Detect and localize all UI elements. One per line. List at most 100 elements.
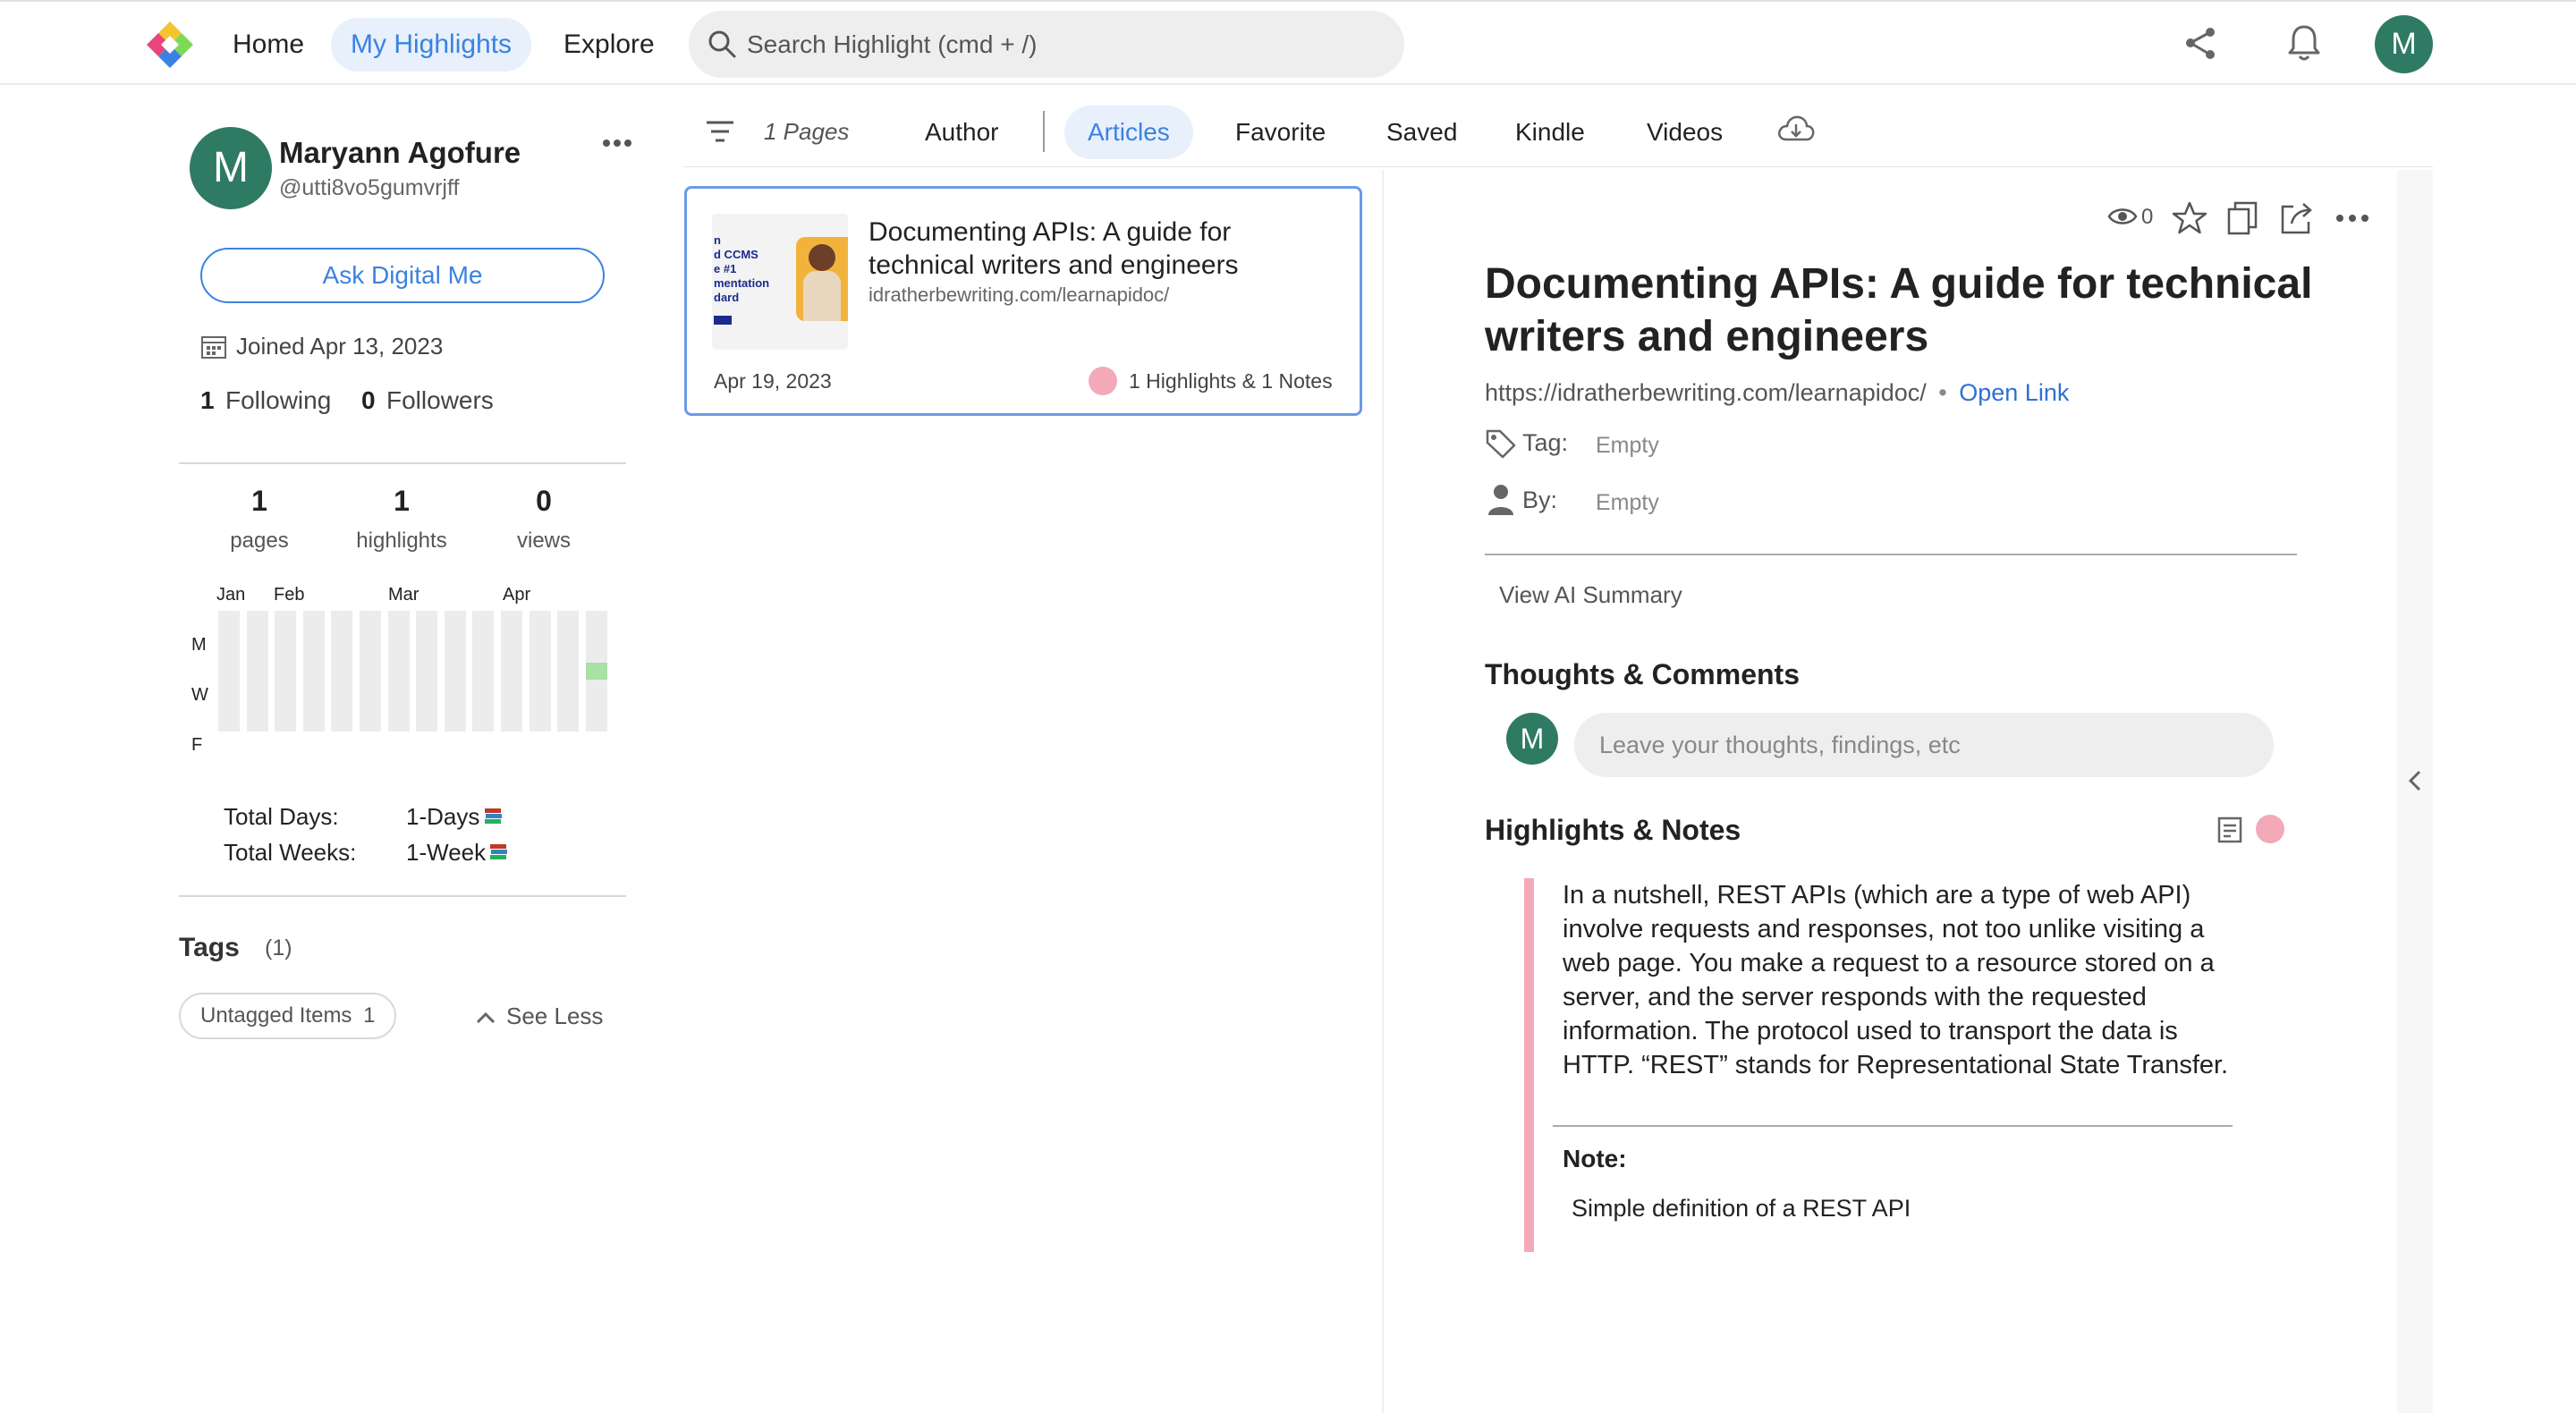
heatmap-cell — [360, 662, 381, 681]
total-days-label: Total Days: — [224, 803, 339, 830]
nav-home[interactable]: Home — [213, 18, 324, 72]
heatmap-cell — [360, 679, 381, 698]
see-less-button[interactable]: See Less — [476, 998, 603, 1034]
tab-videos[interactable]: Videos — [1623, 106, 1746, 159]
comment-input[interactable]: Leave your thoughts, findings, etc — [1574, 713, 2274, 777]
heatmap-cell — [302, 611, 325, 629]
thumb-text: e #1 — [714, 262, 737, 275]
tab-kindle[interactable]: Kindle — [1492, 106, 1608, 159]
highlight-summary: 1 Highlights & 1 Notes — [1129, 369, 1333, 393]
heatmap-cell — [472, 679, 495, 698]
heatmap-cell — [275, 714, 297, 732]
heatmap-cell — [387, 662, 410, 681]
heatmap-cell — [416, 714, 438, 732]
tags-count: (1) — [265, 935, 292, 960]
chip-count: 1 — [363, 1003, 376, 1028]
heatmap-cell — [444, 645, 466, 664]
nav-explore[interactable]: Explore — [544, 18, 674, 72]
comment-avatar: M — [1506, 713, 1558, 765]
chevron-left-icon[interactable] — [2408, 769, 2422, 792]
article-title[interactable]: Documenting APIs: A guide for technical … — [869, 216, 1334, 282]
heatmap-cell — [585, 628, 607, 647]
untagged-items-chip[interactable]: Untagged Items 1 — [179, 993, 397, 1039]
divider — [684, 166, 2433, 167]
day-label: M — [191, 635, 207, 655]
heatmap-cell — [529, 662, 551, 681]
total-weeks-label: Total Weeks: — [224, 839, 357, 866]
by-value[interactable]: Empty — [1596, 490, 1659, 516]
profile-handle: @utti8vo5gumvrjff — [279, 175, 460, 200]
user-avatar[interactable]: M — [2375, 15, 2433, 73]
eye-icon — [2107, 206, 2138, 227]
stat-label: highlights — [356, 529, 447, 553]
heatmap-cell — [360, 714, 381, 732]
books-icon — [488, 841, 510, 862]
share-icon[interactable] — [2182, 25, 2218, 61]
view-ai-summary-button[interactable]: View AI Summary — [1499, 581, 1682, 609]
tab-favorite[interactable]: Favorite — [1212, 106, 1349, 159]
profile-name: Maryann Agofure — [279, 136, 521, 169]
divider — [179, 895, 626, 897]
tab-saved[interactable]: Saved — [1363, 106, 1480, 159]
search-bar[interactable]: Search Highlight (cmd + /) — [689, 11, 1404, 78]
month-label: Feb — [274, 585, 305, 605]
app-logo-icon[interactable] — [143, 18, 197, 72]
more-options-icon[interactable] — [601, 138, 633, 148]
copy-icon[interactable] — [2225, 200, 2259, 236]
notes-icon[interactable] — [2216, 816, 2243, 844]
heatmap-cell — [557, 662, 580, 681]
heatmap-cell — [444, 679, 466, 698]
highlight-text: In a nutshell, REST APIs (which are a ty… — [1563, 881, 2229, 1079]
highlight-color-dot[interactable] — [2256, 815, 2284, 843]
heatmap-cell — [218, 611, 240, 629]
heatmap-cell — [585, 697, 607, 715]
by-label: By: — [1522, 487, 1558, 513]
more-options-icon[interactable] — [2334, 213, 2370, 224]
nav-my-highlights[interactable]: My Highlights — [331, 18, 532, 72]
heatmap-cell — [360, 645, 381, 664]
collapse-rail[interactable] — [2397, 170, 2433, 1413]
heatmap-cell — [501, 628, 522, 647]
see-less-label: See Less — [506, 1003, 604, 1029]
tag-value[interactable]: Empty — [1596, 433, 1659, 459]
heatmap-cell — [557, 628, 580, 647]
stat-value: 1 — [394, 485, 410, 517]
heatmap-cell — [416, 628, 438, 647]
article-thumbnail: n d CCMS e #1 mentation dard — [712, 214, 848, 350]
filter-icon[interactable] — [705, 118, 735, 145]
tags-title: Tags — [179, 933, 240, 962]
export-icon[interactable] — [2279, 200, 2315, 236]
ask-digital-me-button[interactable]: Ask Digital Me — [200, 248, 605, 303]
heatmap-cell — [557, 645, 580, 664]
thumb-text: n — [714, 233, 721, 247]
tab-articles[interactable]: Articles — [1064, 106, 1193, 159]
heatmap-cell — [472, 611, 495, 629]
tab-author[interactable]: Author — [902, 106, 1022, 159]
followers-link[interactable]: Followers — [386, 386, 494, 415]
top-bar: Home My Highlights Explore Search Highli… — [0, 0, 2576, 85]
heatmap-cell — [218, 714, 240, 732]
pages-count: 1 Pages — [764, 118, 850, 145]
heatmap-cell — [331, 662, 353, 681]
bell-icon[interactable] — [2286, 23, 2322, 63]
following-link[interactable]: Following — [225, 386, 331, 415]
heatmap-cell — [302, 697, 325, 715]
heatmap-cell — [331, 628, 353, 647]
heatmap-cell — [218, 628, 240, 647]
star-icon[interactable] — [2172, 200, 2207, 236]
search-input[interactable]: Search Highlight (cmd + /) — [747, 11, 1037, 78]
heatmap-cell — [387, 714, 410, 732]
heatmap-cell — [302, 645, 325, 664]
heatmap-cell — [275, 645, 297, 664]
tag-label: Tag: — [1522, 429, 1569, 456]
heatmap-cell — [275, 662, 297, 681]
article-card[interactable]: n d CCMS e #1 mentation dard Documenting… — [684, 186, 1362, 416]
heatmap-cell — [501, 662, 522, 681]
heatmap-cell — [302, 714, 325, 732]
heatmap-cell — [444, 697, 466, 715]
thumb-photo — [796, 237, 848, 321]
chip-label: Untagged Items — [200, 1003, 352, 1028]
url-separator: • — [1938, 379, 1947, 406]
cloud-download-icon[interactable] — [1776, 113, 1816, 145]
open-link[interactable]: Open Link — [1959, 379, 2069, 406]
